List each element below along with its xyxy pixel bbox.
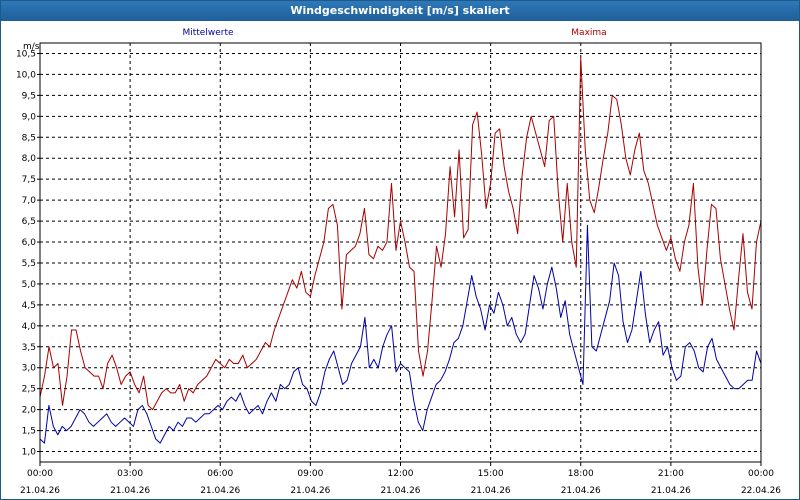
x-tick-time: 12:00 (388, 469, 414, 479)
y-tick-label: 6,5 (22, 217, 36, 227)
x-tick-date: 21.04.26 (561, 486, 601, 496)
y-axis-label: m/s (23, 42, 40, 52)
x-tick-date: 21.04.26 (651, 486, 691, 496)
y-tick-label: 9,0 (22, 112, 37, 122)
window-title: Windgeschwindigkeit [m/s] skaliert (1, 1, 799, 21)
x-tick-date: 21.04.26 (110, 486, 150, 496)
x-tick-time: 03:00 (117, 469, 143, 479)
x-tick-date: 21.04.26 (200, 486, 240, 496)
chart-window: Windgeschwindigkeit [m/s] skaliert 1,0 1,… (0, 0, 800, 500)
y-tick-label: 6,0 (22, 238, 37, 248)
legend-maxima: Maxima (571, 28, 606, 38)
y-tick-label: 1,0 (22, 448, 37, 458)
x-tick-time: 00:00 (27, 469, 53, 479)
x-tick-time: 00:00 (748, 469, 774, 479)
y-tick-label: 8,5 (22, 133, 36, 143)
grid (40, 43, 761, 462)
y-tick-label: 9,5 (22, 91, 36, 101)
x-tick-date: 21.04.26 (380, 486, 420, 496)
x-tick-date: 21.04.26 (290, 486, 330, 496)
y-tick-label: 2,5 (22, 385, 36, 395)
y-tick-label: 4,5 (22, 301, 36, 311)
y-tick-label: 1,5 (22, 427, 36, 437)
y-tick-label: 10,0 (16, 70, 36, 80)
x-tick-time: 18:00 (568, 469, 594, 479)
y-tick-label: 2,0 (22, 406, 37, 416)
x-tick-date: 21.04.26 (471, 486, 511, 496)
y-tick-label: 7,0 (22, 196, 37, 206)
y-tick-label: 5,5 (22, 259, 36, 269)
x-tick-time: 09:00 (297, 469, 323, 479)
x-tick-time: 21:00 (658, 469, 684, 479)
x-tick-date: 21.04.26 (20, 486, 60, 496)
x-tick-time: 15:00 (478, 469, 504, 479)
y-tick-label: 4,0 (22, 322, 37, 332)
line-chart: 1,0 1,5 2,0 2,5 3,0 3,5 4,0 4,5 5,0 5,5 6,0 6,5 7,0 7… (16, 28, 781, 496)
y-tick-label: 3,0 (22, 364, 37, 374)
y-tick-label: 5,0 (22, 280, 37, 290)
y-tick-label: 7,5 (22, 175, 36, 185)
x-tick-time: 06:00 (207, 469, 233, 479)
y-tick-label: 3,5 (22, 343, 36, 353)
y-tick-label: 8,0 (22, 154, 37, 164)
x-tick-date: 22.04.26 (741, 486, 781, 496)
legend-mittelwerte: Mittelwerte (182, 28, 233, 38)
